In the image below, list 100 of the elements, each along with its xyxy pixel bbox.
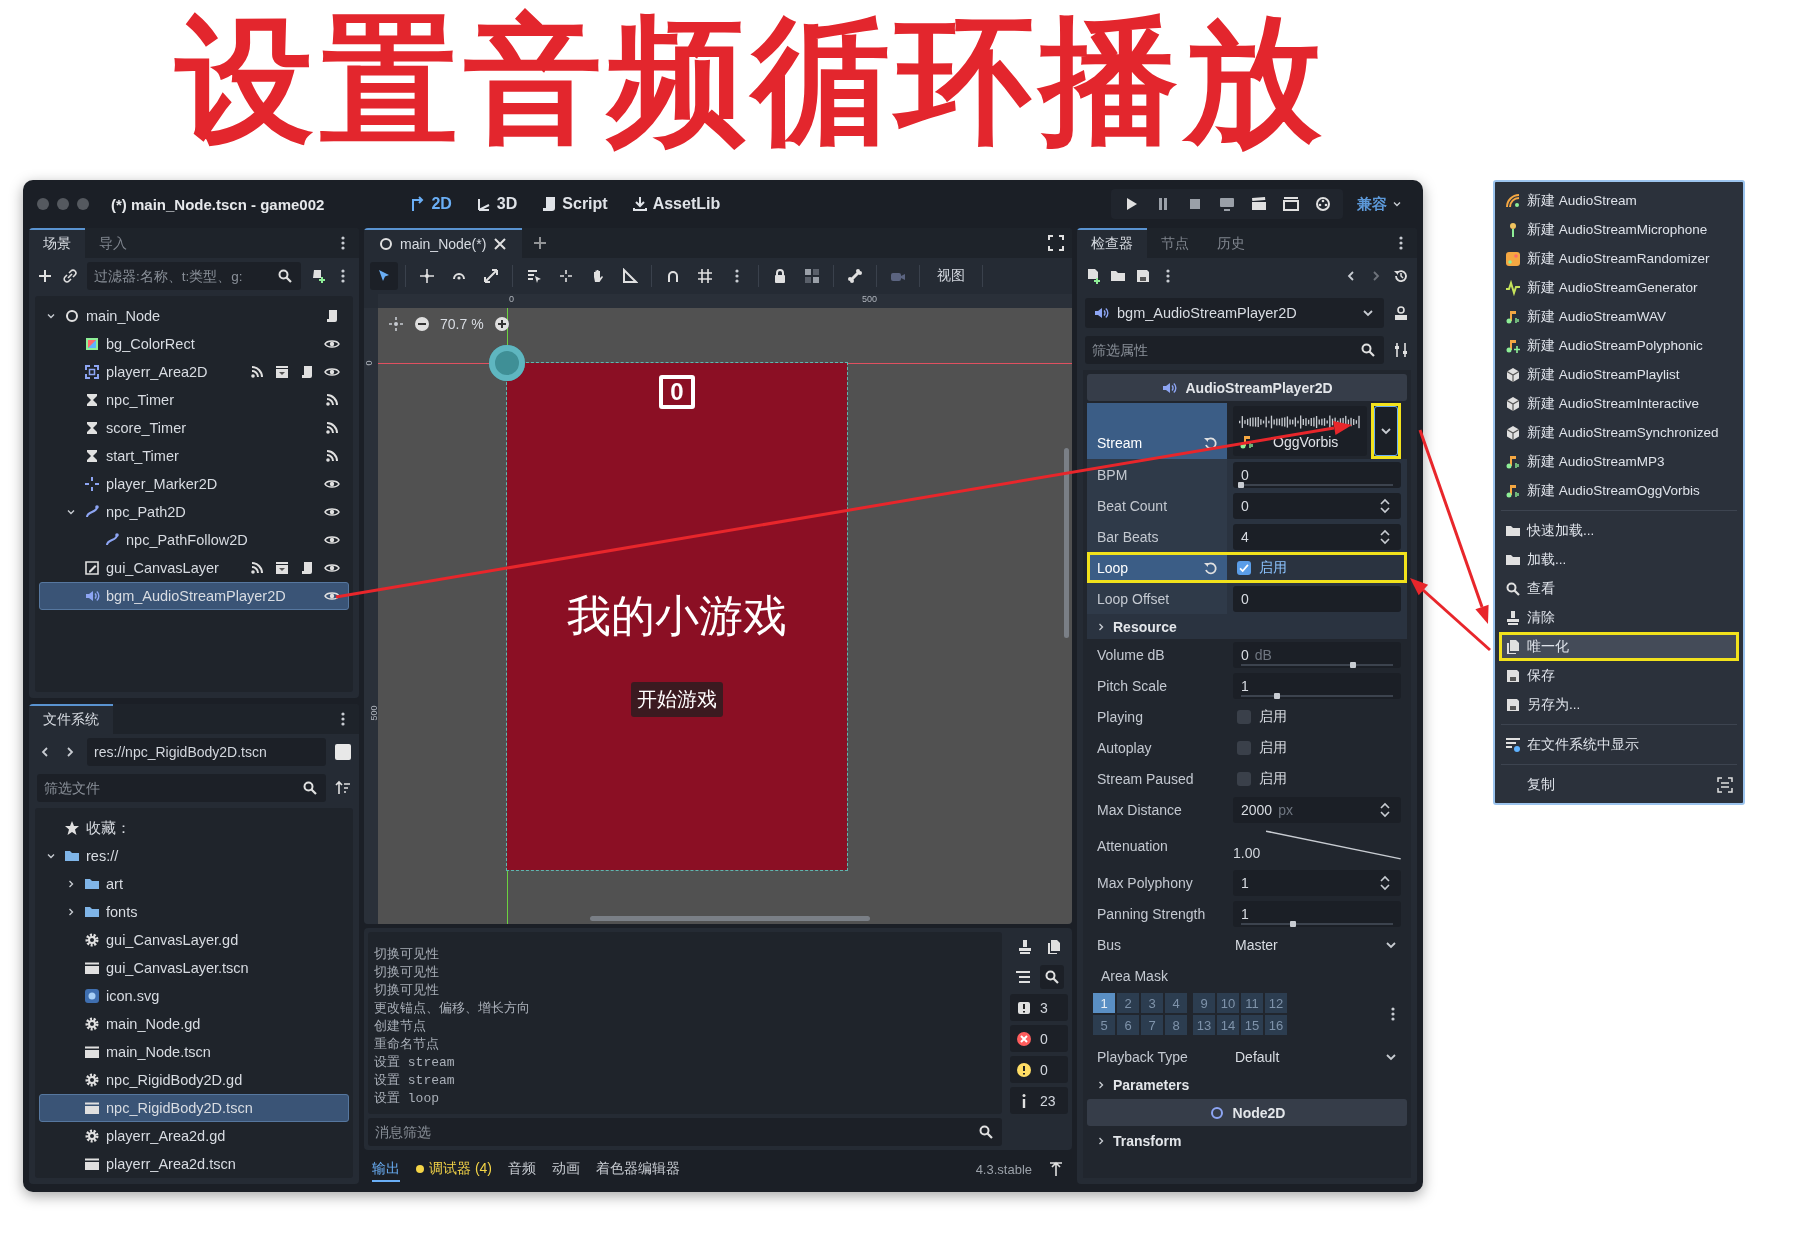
group-box-icon[interactable] xyxy=(274,560,290,576)
tree-item[interactable]: npc_Timer xyxy=(39,386,349,414)
tree-item[interactable]: playerr_Area2D xyxy=(39,358,349,386)
copy-icon[interactable] xyxy=(1045,939,1062,955)
fullscreen-icon[interactable] xyxy=(1048,235,1064,251)
file-item[interactable]: npc_RigidBody2D.gd xyxy=(39,1066,349,1094)
tool-button[interactable] xyxy=(370,262,398,290)
filter-field[interactable]: 筛选文件 xyxy=(37,774,326,802)
filter-toggle-button[interactable]: 3 xyxy=(1010,994,1068,1021)
revert-icon[interactable] xyxy=(1203,435,1219,451)
menu-item[interactable]: 在文件系统中显示 xyxy=(1499,730,1739,759)
filter-field[interactable]: 消息筛选 xyxy=(368,1118,1002,1146)
file-item[interactable]: gui_CanvasLayer.gd xyxy=(39,926,349,954)
renderer-dropdown[interactable]: 兼容 xyxy=(1351,193,1409,215)
close-icon[interactable] xyxy=(492,236,509,252)
lines-icon[interactable] xyxy=(1014,969,1031,985)
history-icon[interactable] xyxy=(1393,268,1409,284)
file-item[interactable]: art xyxy=(39,870,349,898)
resource-picker[interactable]: OggVorbis xyxy=(1233,406,1367,456)
tree-item[interactable]: main_Node xyxy=(39,302,349,330)
slider-field[interactable]: 0 dB xyxy=(1233,641,1401,668)
menu-item[interactable]: 新建 AudioStreamWAV xyxy=(1499,302,1739,331)
add-icon[interactable] xyxy=(532,235,549,251)
menu-item[interactable]: 新建 AudioStreamPlaylist xyxy=(1499,360,1739,389)
link-icon[interactable] xyxy=(62,268,78,284)
number-spinbox[interactable]: 0 xyxy=(1233,492,1401,519)
node-gizmo-icon[interactable] xyxy=(489,345,525,381)
film-reel-icon[interactable] xyxy=(1315,196,1331,212)
menu-item[interactable]: 另存为... xyxy=(1499,690,1739,719)
signal-icon[interactable] xyxy=(249,560,265,576)
file-item[interactable]: npc_RigidBody2D.tscn xyxy=(39,1094,349,1122)
number-spinbox[interactable]: 4 xyxy=(1233,523,1401,550)
menu-item[interactable]: 加载... xyxy=(1499,545,1739,574)
dock-tab[interactable]: 文件系统 xyxy=(29,704,113,734)
checkbox[interactable] xyxy=(1237,709,1251,724)
menu-item[interactable]: 快速加载... xyxy=(1499,516,1739,545)
layer-button[interactable]: 13 xyxy=(1193,1015,1215,1035)
bottom-tab[interactable]: 着色器编辑器 xyxy=(596,1156,680,1182)
scrollbar[interactable] xyxy=(1064,448,1069,638)
bottom-tab[interactable]: 调试器 (4) xyxy=(416,1156,492,1182)
filter-toggle-button[interactable]: 0 xyxy=(1010,1056,1068,1083)
menu-item[interactable]: 新建 AudioStreamInteractive xyxy=(1499,389,1739,418)
file-item[interactable]: playerr_Area2d.tscn xyxy=(39,1150,349,1178)
filter-field[interactable]: 筛选属性 xyxy=(1085,336,1384,364)
layer-button[interactable]: 5 xyxy=(1093,1015,1115,1035)
sort-icon[interactable] xyxy=(335,780,351,796)
layer-button[interactable]: 9 xyxy=(1193,993,1215,1013)
checkbox[interactable] xyxy=(1237,771,1251,786)
layer-button[interactable]: 10 xyxy=(1217,993,1239,1013)
number-field[interactable]: 0 xyxy=(1233,585,1401,612)
file-item[interactable]: icon.svg xyxy=(39,982,349,1010)
menu-item[interactable]: 清除 xyxy=(1499,603,1739,632)
layer-button[interactable]: 11 xyxy=(1241,993,1263,1013)
dock-tab[interactable]: 历史 xyxy=(1203,228,1259,258)
workspace-tab[interactable]: 2D xyxy=(408,193,454,215)
tree-item[interactable]: npc_Path2D xyxy=(39,498,349,526)
number-spinbox[interactable]: 2000 px xyxy=(1233,796,1401,823)
bottom-tab[interactable]: 音频 xyxy=(508,1156,536,1182)
zoom-level[interactable]: 70.7 % xyxy=(440,316,484,332)
layer-button[interactable]: 2 xyxy=(1117,993,1139,1013)
workspace-tab[interactable]: AssetLib xyxy=(629,193,723,215)
menu-item[interactable]: 新建 AudioStreamGenerator xyxy=(1499,273,1739,302)
clapperboard-icon[interactable] xyxy=(1251,196,1267,212)
add-script-icon[interactable] xyxy=(310,268,326,284)
search-toggle-button[interactable] xyxy=(1039,965,1064,989)
menu-item[interactable]: 新建 AudioStreamMicrophone xyxy=(1499,215,1739,244)
layer-button[interactable]: 4 xyxy=(1165,993,1187,1013)
menu-item[interactable]: 保存 xyxy=(1499,661,1739,690)
file-item[interactable]: gui_CanvasLayer.tscn xyxy=(39,954,349,982)
film-icon[interactable] xyxy=(1283,196,1299,212)
workspace-tab[interactable]: Script xyxy=(539,193,610,215)
sliders-icon[interactable] xyxy=(1393,342,1409,358)
file-item[interactable]: main_Node.tscn xyxy=(39,1038,349,1066)
slider-thumb[interactable] xyxy=(1350,661,1357,668)
zoom-out-icon[interactable] xyxy=(414,316,430,332)
tree-item[interactable]: start_Timer xyxy=(39,442,349,470)
section-header[interactable]: Parameters xyxy=(1087,1072,1407,1097)
revert-icon[interactable] xyxy=(1203,559,1219,576)
favorites-item[interactable]: 收藏： xyxy=(39,814,349,842)
tree-item[interactable]: score_Timer xyxy=(39,414,349,442)
layer-button[interactable]: 14 xyxy=(1217,1015,1239,1035)
workspace-tab[interactable]: 3D xyxy=(473,193,520,215)
menu-item[interactable]: 新建 AudioStreamPolyphonic xyxy=(1499,331,1739,360)
file-item[interactable]: main_Node.gd xyxy=(39,1010,349,1038)
layer-button[interactable]: 8 xyxy=(1165,1015,1187,1035)
checkbox[interactable] xyxy=(1237,740,1251,755)
section-header[interactable]: Resource xyxy=(1087,614,1407,639)
menu-item[interactable]: 新建 AudioStreamRandomizer xyxy=(1499,244,1739,273)
layout-toggle-button[interactable] xyxy=(335,744,351,760)
stop-icon[interactable] xyxy=(1187,196,1203,212)
layer-button[interactable]: 6 xyxy=(1117,1015,1139,1035)
menu-item[interactable]: 查看 xyxy=(1499,574,1739,603)
add-icon[interactable] xyxy=(37,268,53,284)
section-header[interactable]: Transform xyxy=(1087,1128,1407,1153)
curve-drawing[interactable] xyxy=(1266,829,1401,861)
file-item[interactable]: fonts xyxy=(39,898,349,926)
group-box-icon[interactable] xyxy=(274,364,290,380)
filter-toggle-button[interactable]: 23 xyxy=(1010,1087,1068,1114)
view-menu[interactable]: 视图 xyxy=(927,267,975,285)
folder-icon[interactable] xyxy=(1110,268,1126,284)
